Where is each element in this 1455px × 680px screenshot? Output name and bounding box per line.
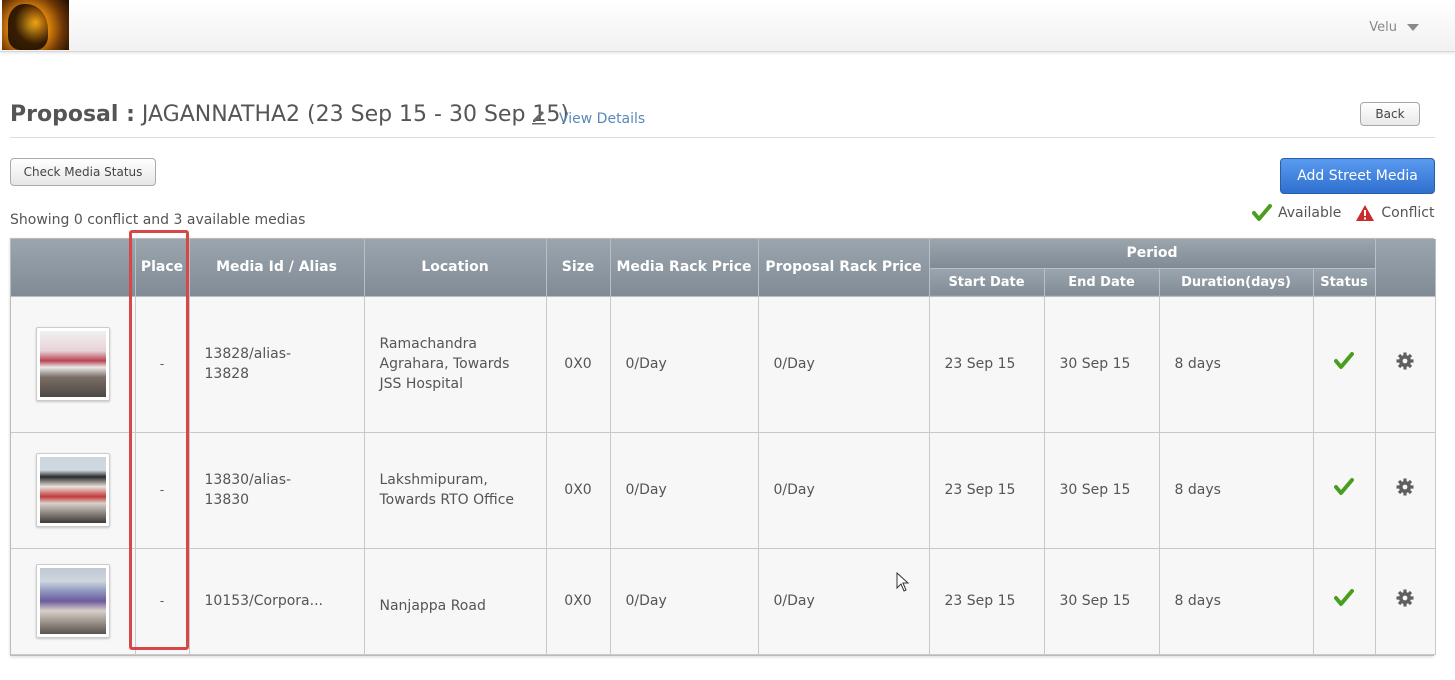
media-thumbnail[interactable]	[35, 564, 110, 638]
media-id-cell: 13830/alias- 13830	[189, 432, 365, 549]
status-cell	[1313, 296, 1376, 433]
actions-cell	[1375, 548, 1436, 655]
media-id-cell: 13828/alias- 13828	[189, 296, 365, 433]
status-cell	[1313, 432, 1376, 549]
header-end-date[interactable]: End Date	[1044, 268, 1160, 297]
legend-conflict-label: Conflict	[1381, 205, 1435, 221]
media-thumbnail[interactable]	[35, 453, 110, 527]
gear-icon[interactable]	[1395, 588, 1415, 608]
page-title-label: Proposal :	[10, 102, 135, 127]
pencil-icon[interactable]	[530, 107, 548, 125]
media-rack-price-cell: 0/Day	[610, 548, 759, 655]
end-date-cell: 30 Sep 15	[1044, 432, 1160, 549]
thumbnail-cell	[11, 548, 136, 655]
location-cell: Nanjappa Road	[364, 548, 547, 655]
header-thumbnail	[11, 239, 136, 297]
header-location[interactable]: Location	[364, 239, 547, 297]
header-place[interactable]: Place	[135, 239, 190, 297]
checkmark-icon	[1334, 352, 1355, 369]
legend-available: Available	[1252, 204, 1341, 222]
header-actions	[1375, 239, 1436, 297]
checkmark-icon	[1252, 204, 1272, 221]
status-cell	[1313, 548, 1376, 655]
check-media-status-button[interactable]: Check Media Status	[10, 158, 156, 186]
chevron-down-icon	[1407, 24, 1419, 31]
brand-logo[interactable]	[2, 0, 69, 50]
proposal-rack-price-cell: 0/Day	[758, 432, 930, 549]
top-bar: Velu	[0, 0, 1455, 52]
size-cell: 0X0	[546, 432, 611, 549]
location-cell: Lakshmipuram, Towards RTO Office	[364, 432, 547, 549]
start-date-cell: 23 Sep 15	[929, 548, 1045, 655]
checkmark-icon	[1334, 478, 1355, 495]
actions-cell	[1375, 432, 1436, 549]
thumbnail-cell	[11, 296, 136, 433]
proposal-rack-price-cell: 0/Day	[758, 548, 930, 655]
place-cell: -	[135, 296, 190, 433]
start-date-cell: 23 Sep 15	[929, 296, 1045, 433]
logo-silhouette	[8, 4, 48, 50]
header-media-id[interactable]: Media Id / Alias	[189, 239, 365, 297]
header-proposal-rack-price[interactable]: Proposal Rack Price	[758, 239, 930, 297]
thumbnail-cell	[11, 432, 136, 549]
page-title: Proposal : JAGANNATHA2 (23 Sep 15 - 30 S…	[10, 102, 569, 127]
media-photo	[39, 457, 106, 523]
table-row: - 13828/alias- 13828 Ramachandra Agrahar…	[11, 296, 1436, 433]
end-date-cell: 30 Sep 15	[1044, 548, 1160, 655]
media-photo	[39, 331, 106, 397]
header-status[interactable]: Status	[1313, 268, 1376, 297]
header-size[interactable]: Size	[546, 239, 611, 297]
place-cell: -	[135, 548, 190, 655]
back-button[interactable]: Back	[1360, 102, 1420, 126]
legend-available-label: Available	[1278, 205, 1342, 221]
title-divider	[10, 137, 1435, 138]
proposal-name: JAGANNATHA2 (23 Sep 15 - 30 Sep 15)	[141, 102, 569, 127]
user-menu[interactable]: Velu	[1369, 20, 1419, 35]
legend-conflict: Conflict	[1355, 204, 1434, 222]
user-name: Velu	[1369, 20, 1397, 35]
header-period: Period	[929, 239, 1376, 269]
gear-icon[interactable]	[1395, 477, 1415, 497]
media-thumbnail[interactable]	[35, 327, 110, 401]
gear-icon[interactable]	[1395, 351, 1415, 371]
duration-cell: 8 days	[1159, 296, 1314, 433]
start-date-cell: 23 Sep 15	[929, 432, 1045, 549]
media-id-cell: 10153/Corpora...	[189, 548, 365, 655]
actions-cell	[1375, 296, 1436, 433]
location-cell: Ramachandra Agrahara, Towards JSS Hospit…	[364, 296, 547, 433]
media-rack-price-cell: 0/Day	[610, 296, 759, 433]
checkmark-icon	[1334, 589, 1355, 606]
proposal-rack-price-cell: 0/Day	[758, 296, 930, 433]
mouse-cursor-icon	[896, 572, 910, 592]
table-row: - 13830/alias- 13830 Lakshmipuram, Towar…	[11, 432, 1436, 549]
header-start-date[interactable]: Start Date	[929, 268, 1045, 297]
media-table: Place Media Id / Alias Location Size Med…	[10, 238, 1436, 656]
duration-cell: 8 days	[1159, 548, 1314, 655]
summary-text: Showing 0 conflict and 3 available media…	[10, 212, 306, 228]
media-rack-price-cell: 0/Day	[610, 432, 759, 549]
media-photo	[39, 568, 106, 634]
table-row: - 10153/Corpora... Nanjappa Road 0X0 0/D…	[11, 548, 1436, 655]
end-date-cell: 30 Sep 15	[1044, 296, 1160, 433]
duration-cell: 8 days	[1159, 432, 1314, 549]
header-duration[interactable]: Duration(days)	[1159, 268, 1314, 297]
add-street-media-button[interactable]: Add Street Media	[1280, 158, 1435, 194]
header-media-rack-price[interactable]: Media Rack Price	[610, 239, 759, 297]
warning-icon	[1356, 205, 1375, 221]
view-details-link[interactable]: View Details	[559, 111, 645, 127]
status-legend: Available Conflict	[1252, 204, 1434, 222]
size-cell: 0X0	[546, 548, 611, 655]
size-cell: 0X0	[546, 296, 611, 433]
place-cell: -	[135, 432, 190, 549]
